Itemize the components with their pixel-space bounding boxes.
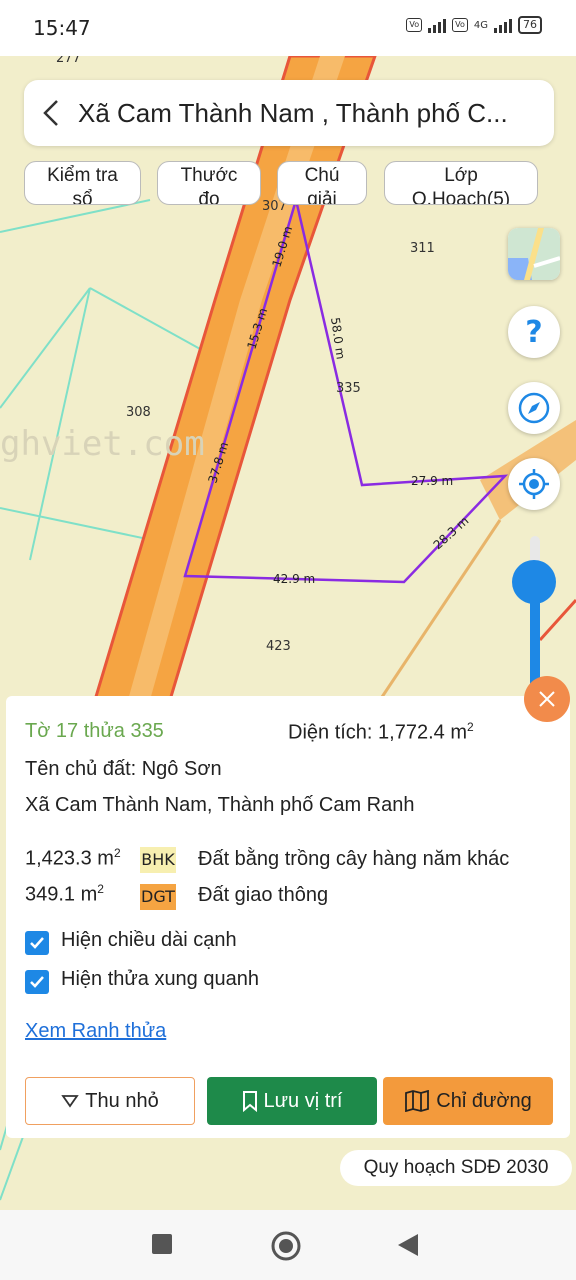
show-edge-length-checkbox[interactable] [25,931,49,955]
land-use-area: 349.1 m2 [25,882,104,907]
chip-label: sổ [72,189,93,205]
map-layer-icon [508,228,560,280]
triangle-down-icon [61,1095,80,1108]
network-type: 4G [473,19,488,31]
area-unit-sup: 2 [466,720,474,734]
watermark: ghviet.com [0,424,205,464]
chip-legend[interactable]: Chú giải [277,161,367,205]
planning-layer-label[interactable]: Quy hoạch SDĐ 2030 [340,1150,572,1186]
compass-icon [518,392,550,424]
sheet-parcel-number: Tờ 17 thửa 335 [25,720,164,742]
parcel-address: Xã Cam Thành Nam, Thành phố Cam Ranh [25,794,415,816]
area-unit-sup: 2 [113,846,121,860]
land-use-code-badge: DGT [140,884,176,910]
chip-label: Thước [180,165,238,186]
crosshair-icon [519,469,549,499]
status-icons: Vo Vo 4G 76 [406,16,542,34]
close-icon [539,691,555,707]
location-search-bar[interactable]: Xã Cam Thành Nam , Thành phố C... [24,80,554,146]
status-bar: 15:47 Vo Vo 4G 76 [0,0,576,56]
chip-planning-layer[interactable]: Lớp Q.Hoạch(5) [384,161,538,205]
land-use-area-text: 1,423.3 m [25,847,114,870]
parcel-number: 335 [336,381,361,396]
map-type-button[interactable] [508,228,560,280]
edge-length: 27.9 m [411,474,453,488]
signal-icon [428,17,447,33]
back-button[interactable] [24,80,78,146]
volte-icon: Vo [406,18,423,32]
parcel-number: 277 [56,56,81,66]
collapse-button[interactable]: Thu nhỏ [25,1077,195,1125]
land-use-description: Đất giao thông [198,884,329,906]
volte-icon-2: Vo [452,18,468,32]
chip-check-book[interactable]: Kiểm tra sổ [24,161,141,205]
parcel-number: 311 [410,241,435,256]
zoom-slider-thumb[interactable] [512,560,556,604]
checkmark-icon [30,976,44,988]
map-icon [405,1090,430,1112]
checkmark-icon [30,937,44,949]
chip-label: Q.Hoạch(5) [411,189,511,205]
chip-label: giải [307,189,337,205]
question-icon: ? [525,314,543,350]
show-edge-length-label[interactable]: Hiện chiều dài cạnh [61,929,237,952]
help-button[interactable]: ? [508,306,560,358]
close-panel-button[interactable] [524,676,570,722]
edge-length: 42.9 m [273,572,315,586]
back-nav-icon[interactable] [396,1232,420,1258]
land-use-description: Đất bằng trồng cây hàng năm khác [198,848,510,870]
save-location-label: Lưu vị trí [263,1089,343,1112]
location-title: Xã Cam Thành Nam , Thành phố C... [78,97,508,128]
bookmark-icon [242,1091,257,1112]
land-use-code-badge: BHK [140,847,176,873]
home-icon[interactable] [270,1230,302,1262]
battery-icon: 76 [518,16,542,34]
chip-label: Lớp [444,165,478,186]
compass-button[interactable] [508,382,560,434]
chevron-left-icon [43,100,58,126]
status-time: 15:47 [33,16,91,40]
android-nav-bar [0,1210,576,1280]
signal-icon-2 [494,17,512,33]
my-location-button[interactable] [508,458,560,510]
area-unit-sup: 2 [97,882,104,896]
area-total: Diện tích: 1,772.4 m2 [288,720,474,745]
chip-label: Chú [304,165,340,186]
chip-label: đo [198,189,220,205]
chip-label: Kiểm tra [47,165,118,186]
land-use-area: 1,423.3 m2 [25,846,121,871]
land-use-area-text: 349.1 m [25,883,98,906]
collapse-label: Thu nhỏ [85,1089,159,1112]
recent-apps-icon[interactable] [150,1232,174,1256]
directions-button[interactable]: Chỉ đường [383,1077,553,1125]
parcel-number: 423 [266,639,291,654]
show-neighbors-label[interactable]: Hiện thửa xung quanh [61,968,259,991]
owner-name: Tên chủ đất: Ngô Sơn [25,758,222,780]
directions-label: Chỉ đường [436,1089,532,1112]
view-boundary-link[interactable]: Xem Ranh thửa [25,1020,166,1043]
chip-ruler[interactable]: Thước đo [157,161,261,205]
parcel-number: 308 [126,405,151,420]
show-neighbors-checkbox[interactable] [25,970,49,994]
save-location-button[interactable]: Lưu vị trí [207,1077,377,1125]
area-total-text: Diện tích: 1,772.4 m [288,721,467,744]
parcel-info-panel: Tờ 17 thửa 335 Diện tích: 1,772.4 m2 Tên… [6,696,570,1138]
